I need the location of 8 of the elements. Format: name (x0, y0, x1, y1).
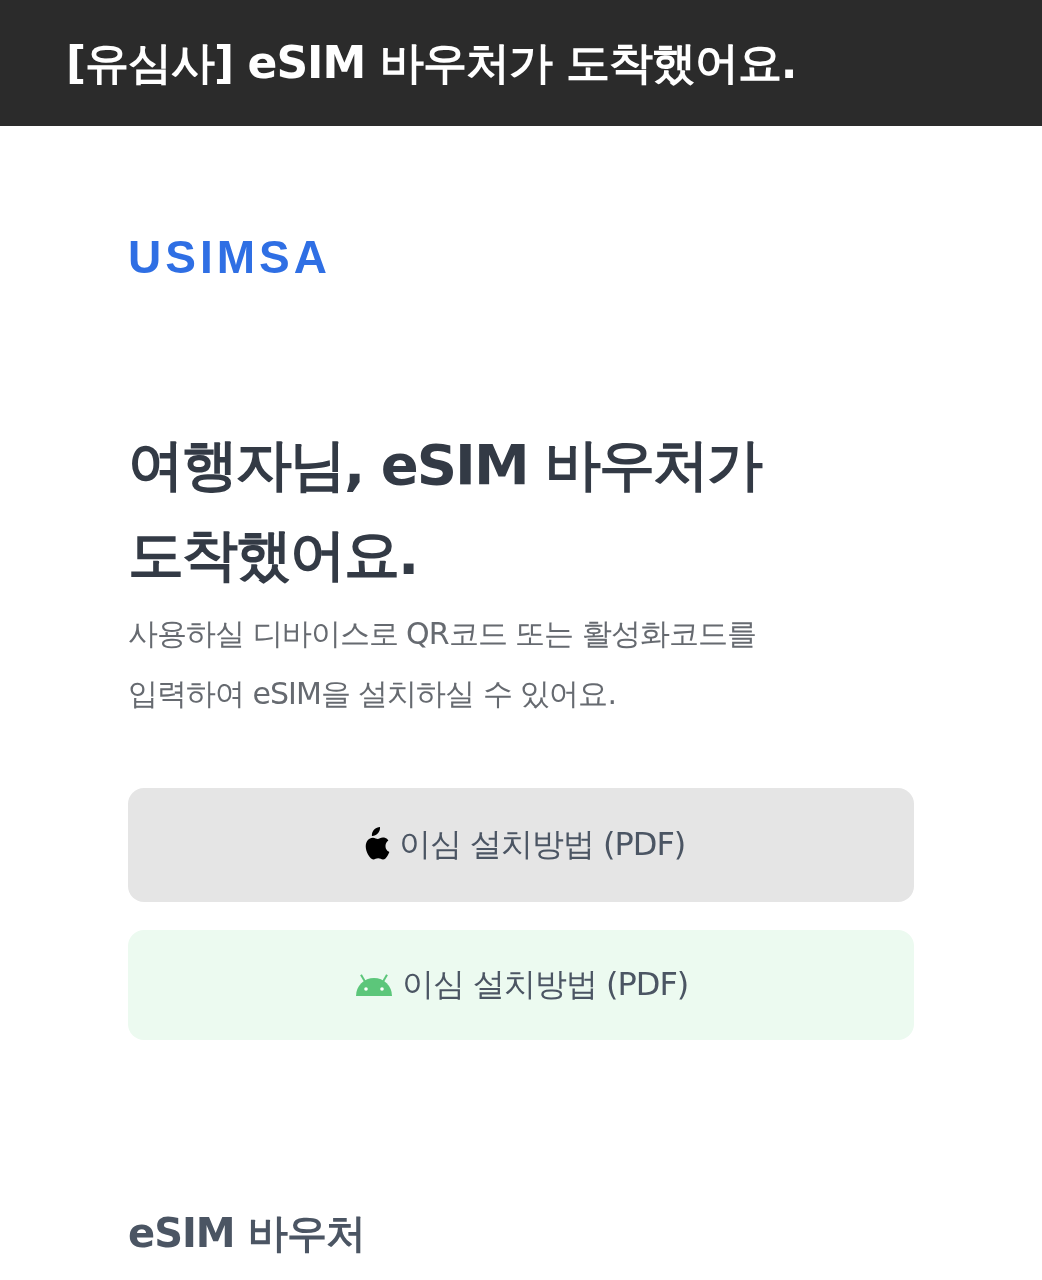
email-subject: [유심사] eSIM 바우처가 도착했어요. (66, 35, 797, 90)
section-title: eSIM 바우처 (128, 1209, 366, 1258)
logo: USIMSA (128, 234, 331, 280)
description-text: 사용하실 디바이스로 QR코드 또는 활성화코드를 입력하여 eSIM을 설치하실 수 있어요. (128, 615, 757, 713)
android-icon (353, 974, 394, 996)
install-guide-button[interactable]: 이심 설치방법 (PDF) (128, 788, 914, 902)
install-guide-button[interactable]: 이심 설치방법 (PDF) (128, 930, 914, 1040)
headline: 여행자님, eSIM 바우처가 도착했어요. (128, 431, 763, 589)
